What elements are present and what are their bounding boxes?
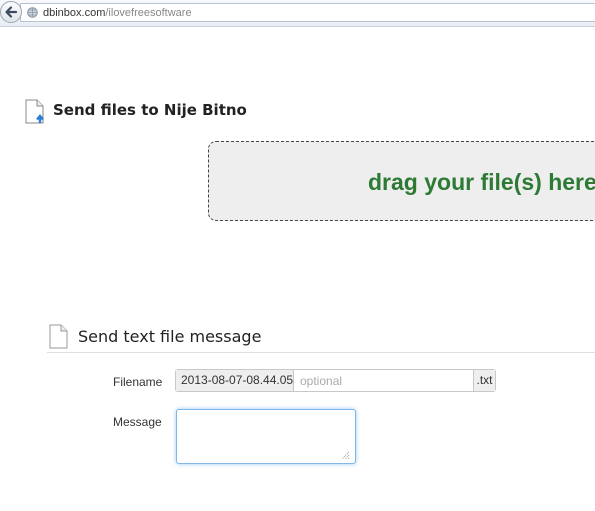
filename-label: Filename <box>113 375 163 389</box>
filename-input[interactable] <box>294 370 473 391</box>
file-drop-zone[interactable]: drag your file(s) here <box>208 141 595 221</box>
url-path: /ilovefreesoftware <box>105 7 192 19</box>
document-icon <box>49 324 68 349</box>
filename-input-group: 2013-08-07-08.44.05 .txt <box>175 369 496 392</box>
url-domain: dbinbox.com <box>43 7 106 19</box>
file-upload-icon <box>25 99 44 124</box>
text-message-title: Send text file message <box>78 327 262 346</box>
globe-icon <box>27 7 38 18</box>
message-label: Message <box>113 415 162 429</box>
section-divider <box>47 352 595 353</box>
drop-zone-text: drag your file(s) here <box>368 169 595 195</box>
url-text: dbinbox.com/ilovefreesoftware <box>43 6 192 20</box>
resize-grip-icon[interactable] <box>340 450 350 460</box>
browser-address-bar: dbinbox.com/ilovefreesoftware <box>0 0 595 27</box>
filename-extension: .txt <box>473 370 495 391</box>
message-textarea[interactable] <box>176 409 356 464</box>
filename-prefix: 2013-08-07-08.44.05 <box>176 370 294 391</box>
url-field[interactable]: dbinbox.com/ilovefreesoftware <box>20 3 595 22</box>
upload-title: Send files to Nije Bitno <box>53 101 247 119</box>
back-arrow-icon <box>5 6 18 18</box>
back-button[interactable] <box>0 1 22 23</box>
